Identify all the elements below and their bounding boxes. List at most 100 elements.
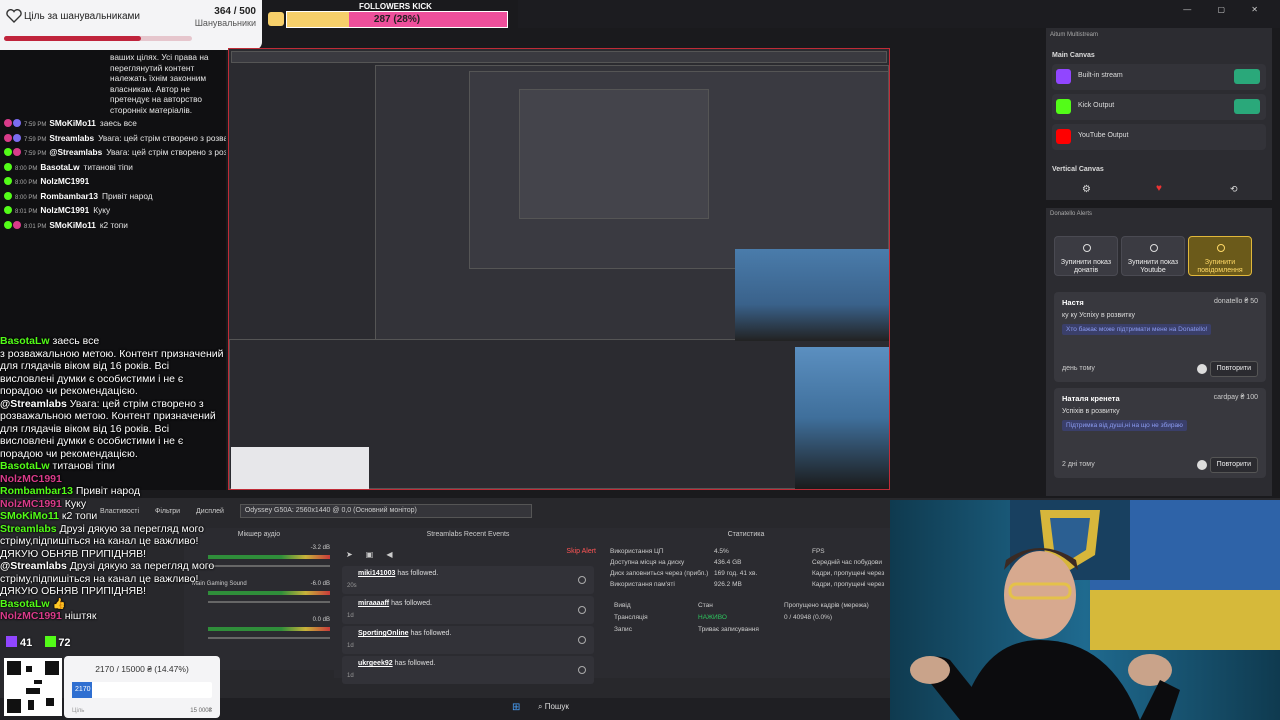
message-author[interactable]: SMoKiMo11	[49, 118, 96, 128]
message-text: Увага: цей стрім створено з розважальною…	[98, 132, 226, 143]
kick-followers-goal: FOLLOWERS KICK 287 (28%)	[264, 0, 518, 32]
overlay-author: @Streamlabs	[0, 560, 67, 572]
output-toggle[interactable]	[1234, 129, 1260, 144]
donation-goal-title: 2170 / 15000 ₴ (14.47%)	[95, 664, 189, 674]
event-user[interactable]: miraaaaff	[358, 600, 389, 607]
badge-icon	[4, 191, 12, 200]
message-author[interactable]: BasotaLw	[40, 162, 79, 172]
message-author[interactable]: NolzMC1991	[40, 176, 89, 186]
output-label: Built-in stream	[1078, 72, 1123, 79]
overlay-author: Rombambar13	[0, 485, 73, 497]
nested-toolbar	[231, 51, 887, 63]
overlay-message: Rombambar13 Привіт народ	[0, 485, 226, 498]
replay-icon[interactable]	[578, 636, 586, 644]
message-text: Увага: цей стрім створено з розважальною…	[106, 147, 226, 157]
badge-icon	[4, 119, 12, 127]
channel-db: 0.0 dB	[312, 617, 330, 623]
donation-goal-widget: 2170 / 15000 ₴ (14.47%) 2170 Ціль 15 000…	[64, 656, 220, 718]
webcam-image	[890, 500, 1280, 720]
overlay-text: 👍	[52, 597, 66, 610]
multistream-header: Aitum Multistream	[1050, 32, 1099, 38]
replay-button[interactable]: Повторити	[1209, 361, 1258, 377]
output-row-twitch[interactable]: Built-in stream	[1052, 64, 1266, 90]
replay-icon[interactable]	[578, 606, 586, 614]
volume-slider[interactable]	[208, 637, 330, 639]
overlay-author: @Streamlabs	[0, 397, 67, 410]
donation-message: Успіхів в розвитку	[1062, 408, 1120, 415]
output-toggle[interactable]	[1234, 69, 1260, 84]
volume-slider[interactable]	[208, 601, 330, 603]
overlay-message: BasotaLw заесь все	[0, 335, 226, 348]
output-row-kick[interactable]: Kick Output	[1052, 94, 1266, 120]
heart-icon	[6, 9, 22, 23]
message-author[interactable]: Rombambar13	[40, 191, 98, 201]
event-user[interactable]: ukrgeek92	[358, 660, 393, 667]
event-ago: 1d	[347, 643, 354, 649]
overlay-text: Привіт народ	[75, 485, 140, 497]
windows-start-icon[interactable]: ⊞	[512, 702, 520, 713]
badge-icon	[4, 220, 12, 229]
donatello-header: Donatello Alerts	[1050, 211, 1093, 217]
volume-meter	[208, 627, 330, 631]
window-controls[interactable]: — ▢ ✕	[1183, 5, 1270, 14]
channel-db: -3.2 dB	[310, 545, 330, 551]
badge-icon	[13, 133, 21, 142]
event-ago: 20s	[347, 583, 357, 589]
stats-title: Статистика	[727, 531, 765, 538]
replay-button[interactable]: Повторити	[1209, 457, 1258, 473]
message-time: 8:00 PM	[15, 165, 38, 172]
stat-value: 436.4 GB	[714, 559, 742, 566]
store-icon[interactable]: ▣	[366, 550, 374, 559]
event-item: miraaaaff has followed. 1d	[342, 596, 594, 624]
chat-message-list: 7:59 PM SMoKiMo11 заесь все 7:59 PM Streamla…	[0, 117, 226, 233]
badge-icon	[4, 133, 12, 142]
heart-icon[interactable]: ♥	[1156, 183, 1162, 194]
stop-youtube-button[interactable]: Зупинити показ Youtube	[1121, 236, 1185, 276]
event-ago: 1d	[347, 673, 354, 679]
donation-goal-right-label: 15 000₴	[190, 708, 212, 714]
skip-alert-button[interactable]: Skip Alert	[566, 548, 596, 555]
event-user[interactable]: miki141003	[358, 570, 395, 577]
volume-slider[interactable]	[208, 565, 330, 567]
refresh-icon[interactable]: ⟲	[1230, 184, 1238, 195]
gear-icon[interactable]: ⚙	[1082, 184, 1091, 195]
chat-disclaimer: ваших цілях. Усі права на переглянутий к…	[110, 52, 209, 115]
display-select[interactable]: Odyssey G50A: 2560x1440 @ 0,0 (Основний …	[239, 504, 532, 518]
output-row-youtube[interactable]: YouTube Output	[1052, 124, 1266, 150]
overlay-message: NolzMC1991 Куку	[0, 498, 226, 511]
replay-icon[interactable]	[578, 576, 586, 584]
eye-icon[interactable]	[1197, 460, 1207, 470]
stat-label: Середній час побудови	[812, 559, 882, 566]
kick-viewers: 72	[58, 637, 71, 649]
stat-key: Використання ЦП	[610, 548, 664, 555]
donation-source: cardpay ₴ 100	[1213, 394, 1258, 401]
event-item: miki141003 has followed. 20s	[342, 566, 594, 594]
stop-donations-button[interactable]: Зупинити показ донатів	[1054, 236, 1118, 276]
badge-icon	[4, 162, 12, 171]
button-label: Зупинити показ донатів	[1060, 259, 1112, 274]
stat-label: Кадри, пропущені через	[812, 570, 885, 577]
goal-progress-fill	[4, 36, 142, 41]
event-user[interactable]: SportingOnline	[358, 630, 409, 637]
send-icon[interactable]: ➤	[346, 550, 353, 559]
taskbar-search[interactable]: ⌕ Пошук	[538, 702, 569, 712]
stop-messages-button[interactable]: Зупинити повідомлення	[1188, 236, 1252, 276]
event-action: has followed.	[391, 600, 432, 607]
replay-icon[interactable]	[578, 666, 586, 674]
overlay-text: заесь все	[52, 335, 100, 347]
message-author[interactable]: Streamlabs	[49, 133, 94, 143]
megaphone-icon[interactable]: ◀	[386, 550, 392, 559]
nested-webcam-1	[735, 249, 889, 341]
alert-card: Наталя кренета cardpay ₴ 100 Успіхів в р…	[1054, 388, 1266, 478]
eye-icon[interactable]	[1197, 364, 1207, 374]
stat-key: Використання пам'яті	[610, 581, 675, 588]
message-author[interactable]: @Streamlabs	[49, 147, 102, 157]
message-text: Привіт народ	[102, 190, 153, 201]
message-author[interactable]: NolzMC1991	[40, 205, 89, 215]
overlay-author: SMoKiMo11	[0, 510, 59, 522]
output-toggle[interactable]	[1234, 99, 1260, 114]
twitch-viewers: 41	[20, 637, 33, 649]
preview-canvas[interactable]	[228, 48, 890, 490]
message-author[interactable]: SMoKiMo11	[49, 220, 96, 230]
vertical-canvas-controls: ⚙ ♥ ⟲	[1052, 182, 1266, 198]
